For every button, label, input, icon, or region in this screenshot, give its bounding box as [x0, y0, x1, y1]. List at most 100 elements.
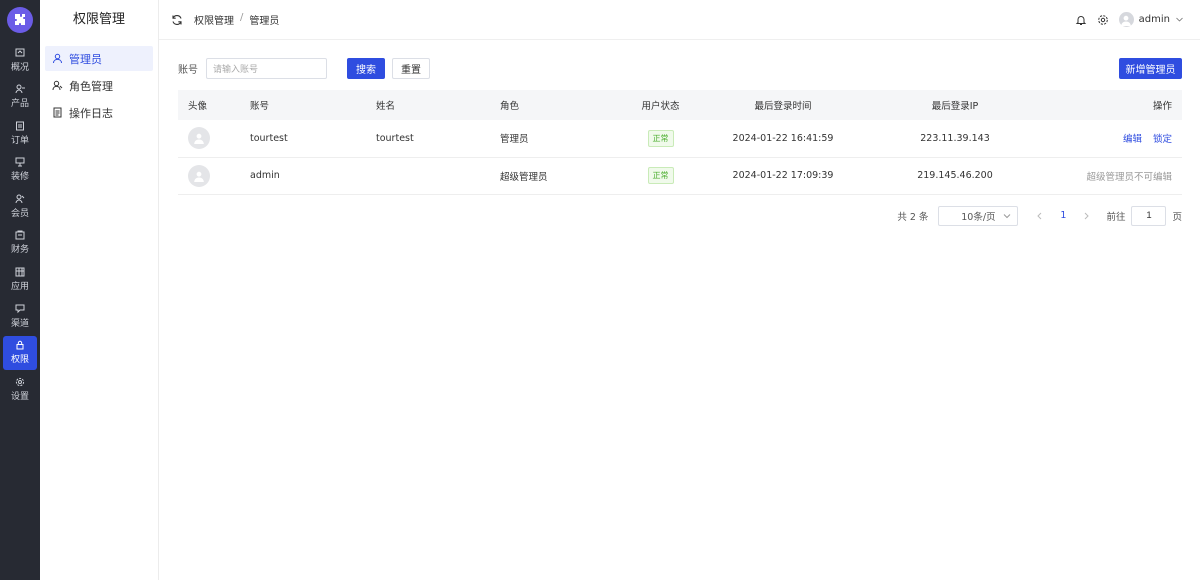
nav-label: 应用 — [10, 282, 29, 293]
nav-label: 装修 — [10, 172, 29, 183]
cell-name: tourtest — [376, 132, 414, 144]
nav-label: 财务 — [10, 245, 29, 256]
page-unit: 页 — [1172, 211, 1182, 223]
finance-icon — [15, 230, 25, 240]
puzzle-icon[interactable] — [7, 7, 33, 33]
sub-sidebar: 权限管理 管理员 角色管理 操作日志 — [40, 0, 159, 580]
breadcrumb-separator: / — [240, 12, 244, 23]
channel-icon — [15, 304, 25, 313]
page-size-value: 10条/页 — [961, 211, 996, 223]
cell-account: tourtest — [250, 132, 288, 144]
bell-icon[interactable] — [1075, 14, 1087, 26]
nav-item-member[interactable]: 会员 — [3, 189, 37, 223]
cell-account: admin — [250, 170, 280, 181]
avatar — [188, 127, 210, 150]
main-nav: 概况 产品 订单 装修 会员 财务 应用 渠道 权限 设置 — [0, 0, 40, 580]
nav-item-app[interactable]: 应用 — [3, 263, 37, 297]
nav-item-permission[interactable]: 权限 — [3, 335, 37, 370]
table-row: tourtest tourtest 管理员 正常 2024-01-22 16:4… — [178, 120, 1182, 157]
breadcrumb-item[interactable]: 权限管理 — [194, 12, 234, 27]
status-badge: 正常 — [647, 167, 674, 184]
column-header-last-login-ip: 最后登录IP — [931, 101, 979, 112]
nav-label: 设置 — [10, 391, 29, 402]
log-icon — [53, 107, 62, 118]
chevron-left-icon[interactable] — [1036, 212, 1044, 220]
role-icon — [52, 80, 63, 91]
main-content: 账号 搜索 重置 新增管理员 头像 账号 姓名 角色 用户状态 最后登录时间 最… — [178, 58, 1182, 226]
edit-link[interactable]: 编辑 — [1123, 134, 1142, 145]
status-badge: 正常 — [647, 129, 674, 147]
nav-label: 订单 — [10, 135, 29, 146]
cell-last-login-ip: 219.145.46.200 — [917, 170, 993, 181]
nav-label: 权限 — [10, 355, 29, 366]
chevron-right-icon[interactable] — [1082, 212, 1090, 220]
breadcrumb-item-current: 管理员 — [249, 16, 280, 27]
nav-label: 渠道 — [10, 318, 29, 329]
sidebar-item-roles[interactable]: 角色管理 — [45, 73, 153, 98]
nav-item-product[interactable]: 产品 — [3, 80, 37, 114]
column-header-name: 姓名 — [376, 101, 396, 112]
nav-item-settings[interactable]: 设置 — [3, 372, 37, 406]
goto-page-input[interactable] — [1131, 205, 1167, 226]
sidebar-item-logs[interactable]: 操作日志 — [45, 100, 153, 125]
column-header-status: 用户状态 — [641, 101, 680, 112]
cell-role: 管理员 — [500, 134, 529, 146]
decoration-icon — [15, 157, 25, 167]
account-label: 账号 — [178, 65, 198, 76]
nav-item-finance[interactable]: 财务 — [3, 226, 37, 260]
cell-role: 超级管理员 — [500, 171, 548, 183]
cell-last-login-ip: 223.11.39.143 — [920, 132, 990, 144]
table-row: admin 超级管理员 正常 2024-01-22 17:09:39 219.1… — [178, 157, 1182, 194]
sidebar-item-label: 管理员 — [69, 52, 102, 66]
sidebar-title: 权限管理 — [72, 12, 125, 27]
search-button[interactable]: 搜索 — [347, 58, 385, 79]
pagination: 共 2 条 10条/页 1 前往 页 — [178, 205, 1182, 226]
column-header-role: 角色 — [500, 101, 520, 112]
sidebar-item-label: 操作日志 — [69, 106, 113, 120]
add-admin-button[interactable]: 新增管理员 — [1119, 58, 1182, 79]
refresh-icon[interactable] — [171, 14, 183, 26]
cell-last-login-time: 2024-01-22 17:09:39 — [732, 170, 834, 181]
avatar — [1118, 12, 1134, 27]
breadcrumb: 权限管理 / 管理员 — [194, 12, 279, 27]
page-size-select[interactable]: 10条/页 — [938, 205, 1019, 226]
reset-button[interactable]: 重置 — [392, 58, 430, 79]
lock-icon — [16, 341, 24, 350]
username: admin — [1138, 14, 1170, 25]
member-icon — [15, 194, 25, 203]
column-header-last-login-time: 最后登录时间 — [754, 101, 812, 112]
gear-icon[interactable] — [1097, 14, 1109, 26]
filter-bar: 账号 搜索 重置 新增管理员 — [178, 58, 1182, 79]
nav-label: 会员 — [10, 208, 29, 219]
user-icon — [53, 53, 62, 64]
chevron-down-icon — [1176, 17, 1183, 22]
page-number[interactable]: 1 — [1060, 210, 1066, 221]
sidebar-item-admins[interactable]: 管理员 — [45, 46, 153, 71]
cell-name — [376, 157, 500, 194]
nav-label: 产品 — [10, 99, 29, 110]
dashboard-icon — [15, 48, 25, 56]
app-icon — [15, 267, 25, 277]
cell-last-login-time: 2024-01-22 16:41:59 — [732, 132, 834, 144]
nav-item-channel[interactable]: 渠道 — [3, 299, 37, 333]
nav-item-overview[interactable]: 概况 — [3, 43, 37, 77]
order-icon — [16, 121, 24, 131]
top-header: 权限管理 / 管理员 admin — [159, 0, 1200, 40]
user-menu[interactable]: admin — [1118, 12, 1184, 27]
not-editable-note: 超级管理员不可编辑 — [1086, 171, 1172, 183]
table-header: 头像 账号 姓名 角色 用户状态 最后登录时间 最后登录IP 操作 — [178, 90, 1182, 120]
lock-link[interactable]: 锁定 — [1153, 134, 1172, 145]
sidebar-item-label: 角色管理 — [69, 79, 113, 93]
admin-table: 头像 账号 姓名 角色 用户状态 最后登录时间 最后登录IP 操作 tourte… — [178, 90, 1182, 195]
nav-item-decoration[interactable]: 装修 — [3, 153, 37, 187]
avatar — [188, 164, 210, 187]
account-search-input[interactable] — [206, 58, 327, 79]
column-header-avatar: 头像 — [188, 101, 208, 112]
chevron-down-icon — [1004, 213, 1011, 218]
settings-icon — [15, 377, 25, 386]
nav-item-order[interactable]: 订单 — [3, 116, 37, 150]
nav-label: 概况 — [10, 62, 29, 73]
column-header-account: 账号 — [250, 101, 270, 112]
goto-label: 前往 — [1106, 211, 1126, 223]
total-count: 共 2 条 — [897, 211, 929, 223]
